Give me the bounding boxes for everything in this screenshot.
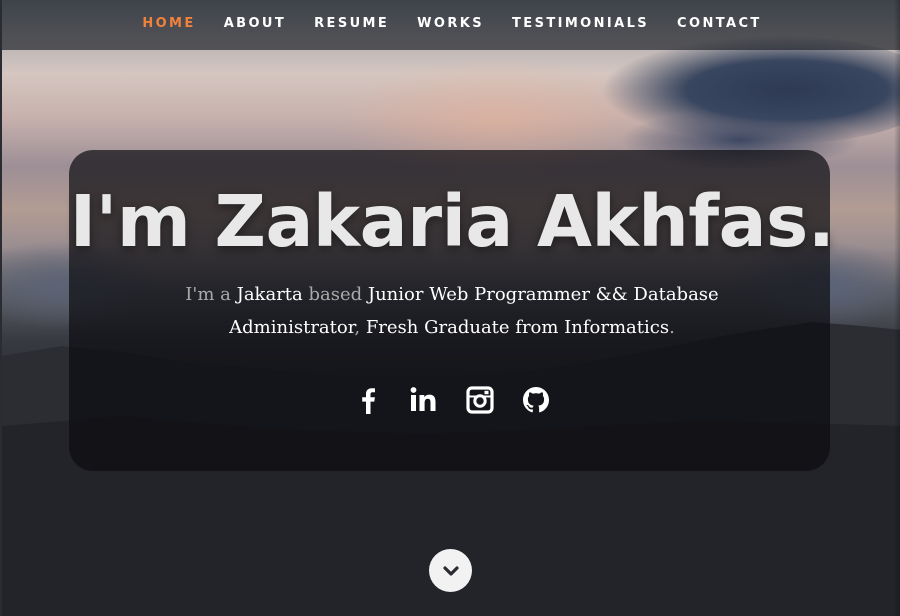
hero-section: HOME ABOUT RESUME WORKS TESTIMONIALS CON… [0, 0, 900, 616]
chevron-down-icon [442, 565, 459, 576]
banner-title: I'm Zakaria Akhfas. [69, 180, 835, 263]
facebook-icon [362, 388, 375, 414]
scroll-down-button[interactable] [429, 549, 472, 592]
facebook-link[interactable] [352, 384, 384, 416]
instagram-link[interactable] [464, 384, 496, 416]
banner-description: I'm a Jakarta based Junior Web Programme… [172, 278, 732, 344]
nav-resume[interactable]: RESUME [313, 16, 390, 31]
nav-about[interactable]: ABOUT [223, 16, 287, 31]
nav-testimonials[interactable]: TESTIMONIALS [511, 16, 650, 31]
education-text: Fresh Graduate from Informatics [365, 317, 670, 338]
nav-home[interactable]: HOME [141, 16, 196, 31]
text-fragment: , [354, 317, 366, 338]
text-fragment: I'm a [185, 284, 237, 305]
social-links [2, 384, 900, 416]
linkedin-link[interactable] [408, 384, 440, 416]
window-edge [894, 0, 900, 616]
github-icon [523, 387, 549, 413]
text-fragment: . [669, 317, 675, 338]
linkedin-icon [410, 387, 436, 411]
nav-contact[interactable]: CONTACT [676, 16, 763, 31]
github-link[interactable] [520, 384, 552, 416]
top-nav: HOME ABOUT RESUME WORKS TESTIMONIALS CON… [2, 0, 900, 50]
text-fragment: based [302, 284, 368, 305]
nav-works[interactable]: WORKS [416, 16, 485, 31]
location-text: Jakarta [236, 284, 303, 305]
instagram-icon [466, 386, 494, 414]
